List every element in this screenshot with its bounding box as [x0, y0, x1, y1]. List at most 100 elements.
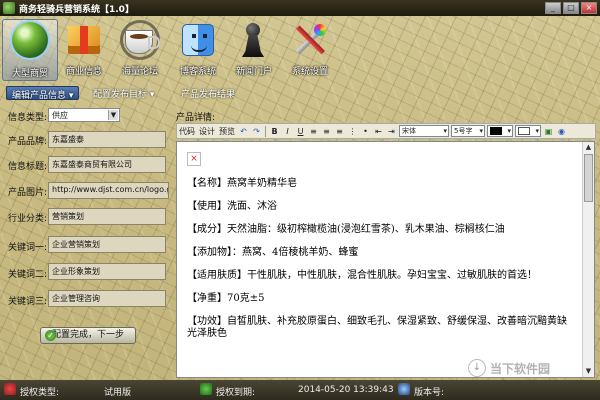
watermark-logo-icon: ↓ — [468, 359, 486, 377]
image-url-field[interactable]: http://www.djst.com.cn/logo.g — [48, 182, 169, 199]
finder-face-icon — [178, 20, 218, 60]
keyword1-label: 关键词一: — [8, 243, 48, 253]
align-right-icon[interactable]: ≡ — [334, 126, 345, 137]
close-button[interactable]: × — [581, 2, 597, 14]
toolbar-item-label: 大型商贸 — [11, 69, 48, 79]
unordered-list-icon[interactable]: • — [360, 126, 371, 137]
font-color-select[interactable] — [487, 125, 513, 137]
underline-icon[interactable]: U — [295, 126, 306, 137]
align-left-icon[interactable]: ≡ — [308, 126, 319, 137]
insert-image-icon[interactable]: ▣ — [543, 126, 554, 137]
category-label: 行业分类: — [8, 214, 48, 224]
product-detail-editor[interactable]: × 【名称】燕窝羊奶精华皂 【使用】洗面、沐浴 【成分】天然油脂：级初榨橄榄油(… — [176, 141, 595, 378]
version-label: 版本号: — [414, 388, 445, 398]
detail-paragraph: 【使用】洗面、沐浴 — [187, 201, 277, 212]
indent-icon[interactable]: ⇥ — [386, 126, 397, 137]
toolbar-item-label: 商业信息 — [65, 67, 102, 77]
italic-icon[interactable]: I — [282, 126, 293, 137]
minimize-button[interactable]: _ — [545, 2, 561, 14]
auth-type-icon — [4, 383, 16, 395]
detail-paragraph: 【净重】70克±5 — [187, 293, 265, 304]
toolbar-item-trade[interactable]: 大型商贸 — [2, 19, 58, 81]
window-controls: _ □ × — [545, 2, 597, 14]
info-type-value: 供应 — [52, 111, 68, 120]
status-datetime: 2014-05-20 13:39:43 — [298, 385, 394, 395]
keyword1-field[interactable]: 企业营销策划 — [48, 236, 166, 253]
outdent-icon[interactable]: ⇤ — [373, 126, 384, 137]
undo-icon[interactable]: ↶ — [238, 126, 249, 137]
align-center-icon[interactable]: ≡ — [321, 126, 332, 137]
background-color-select[interactable] — [515, 125, 541, 137]
tab-edit-product[interactable]: 编辑产品信息 ▾ — [6, 86, 80, 101]
product-detail-label: 产品详情: — [176, 113, 216, 123]
toolbar-item-news[interactable]: 新闻门户 — [226, 19, 282, 81]
color-swatch — [518, 127, 530, 135]
editor-scrollbar[interactable]: ▲ ▼ — [582, 142, 594, 377]
main-toolbar: 大型商贸 商业信息 海量论坛 博客系统 新闻门户 系统设置 — [0, 16, 600, 82]
info-type-label: 信息类型: — [8, 113, 48, 123]
brand-field[interactable]: 东嘉盛泰 — [48, 131, 166, 148]
insert-link-icon[interactable]: ◉ — [556, 126, 567, 137]
title-field[interactable]: 东嘉盛泰商贸有限公司 — [48, 156, 166, 173]
detail-paragraph: 【添加物】：燕窝、4倍稜桃羊奶、蜂蜜 — [187, 247, 359, 258]
font-size-select[interactable]: 5号字 — [451, 125, 485, 137]
keyword3-label: 关键词三: — [8, 297, 48, 307]
preview-mode-button[interactable]: 预览 — [217, 126, 237, 137]
auth-type-label: 授权类型: — [20, 388, 60, 398]
scroll-up-icon[interactable]: ▲ — [583, 142, 594, 153]
toolbar-item-label: 海量论坛 — [121, 67, 158, 77]
editor-toolbar: 代码 设计 预览 ↶ ↷ B I U ≡ ≡ ≡ ⋮ • ⇤ ⇥ 宋体 5号字 … — [176, 123, 596, 139]
next-step-label: 配置完成，下一步 — [51, 330, 124, 340]
auth-type-value: 试用版 — [104, 388, 132, 398]
broken-image-icon: × — [187, 152, 201, 166]
color-swatch — [490, 127, 502, 135]
toolbar-item-label: 博客系统 — [179, 67, 216, 77]
coffee-cup-icon — [120, 20, 160, 60]
toolbar-item-business-info[interactable]: 商业信息 — [56, 19, 112, 81]
maximize-button[interactable]: □ — [563, 2, 579, 14]
chess-pawn-icon — [234, 20, 274, 60]
expire-label: 授权到期: — [216, 388, 256, 398]
design-mode-button[interactable]: 设计 — [197, 126, 217, 137]
keyword2-label: 关键词二: — [8, 270, 48, 280]
watermark-text: 当下软件园 — [490, 361, 551, 376]
checkmark-icon: ✓ — [45, 330, 56, 341]
keyword2-field[interactable]: 企业形象策划 — [48, 263, 166, 280]
next-step-button[interactable]: ✓ 配置完成，下一步 — [40, 327, 136, 344]
detail-paragraph: 【适用肤质】干性肌肤，中性肌肤，混合性肌肤。孕妇宝宝、过敏肌肤的首选！ — [187, 270, 537, 281]
toolbar-item-label: 新闻门户 — [235, 67, 272, 77]
app-window: 商务轻骑兵营销系统【1.0】 _ □ × 大型商贸 商业信息 海量论坛 博客系统… — [0, 0, 600, 400]
font-select[interactable]: 宋体 — [399, 125, 449, 137]
scroll-thumb[interactable] — [584, 154, 593, 202]
editor-content: × 【名称】燕窝羊奶精华皂 【使用】洗面、沐浴 【成分】天然油脂：级初榨橄榄油(… — [187, 146, 569, 351]
tab-publish-result[interactable]: 产品发布结果 — [176, 86, 240, 100]
tools-icon — [290, 20, 330, 60]
info-type-select[interactable]: 供应 ▼ — [48, 108, 120, 122]
watermark: ↓ 当下软件园 — [468, 357, 598, 379]
code-mode-button[interactable]: 代码 — [177, 126, 197, 137]
globe-icon — [10, 22, 50, 62]
title-bar: 商务轻骑兵营销系统【1.0】 _ □ × — [0, 0, 600, 16]
ordered-list-icon[interactable]: ⋮ — [347, 126, 358, 137]
detail-paragraph: 【名称】燕窝羊奶精华皂 — [187, 178, 297, 189]
detail-paragraph: 【功效】自皙肌肤、补充胶原蛋白、细致毛孔、保湿紧致、舒缓保湿、改善暗沉黯黄缺光泽… — [187, 316, 567, 339]
toolbar-item-label: 系统设置 — [291, 67, 328, 77]
chevron-down-icon: ▼ — [108, 110, 118, 120]
redo-icon[interactable]: ↷ — [251, 126, 262, 137]
toolbar-divider — [265, 125, 266, 137]
package-icon — [64, 20, 104, 60]
keyword3-field[interactable]: 企业管理咨询 — [48, 290, 166, 307]
brand-label: 产品品牌: — [8, 137, 48, 147]
clock-icon — [200, 383, 212, 395]
category-field[interactable]: 营销策划 — [48, 208, 166, 225]
toolbar-item-forum[interactable]: 海量论坛 — [112, 19, 168, 81]
title-label: 信息标题: — [8, 162, 48, 172]
toolbar-item-blog[interactable]: 博客系统 — [170, 19, 226, 81]
info-icon — [398, 383, 410, 395]
app-logo-icon — [3, 2, 15, 14]
bold-icon[interactable]: B — [269, 126, 280, 137]
image-label: 产品图片: — [8, 188, 48, 198]
toolbar-item-settings[interactable]: 系统设置 — [282, 19, 338, 81]
sub-tabs: 编辑产品信息 ▾ 配置发布目标 ▾ 产品发布结果 — [0, 86, 600, 101]
tab-config-target[interactable]: 配置发布目标 ▾ — [88, 86, 159, 100]
